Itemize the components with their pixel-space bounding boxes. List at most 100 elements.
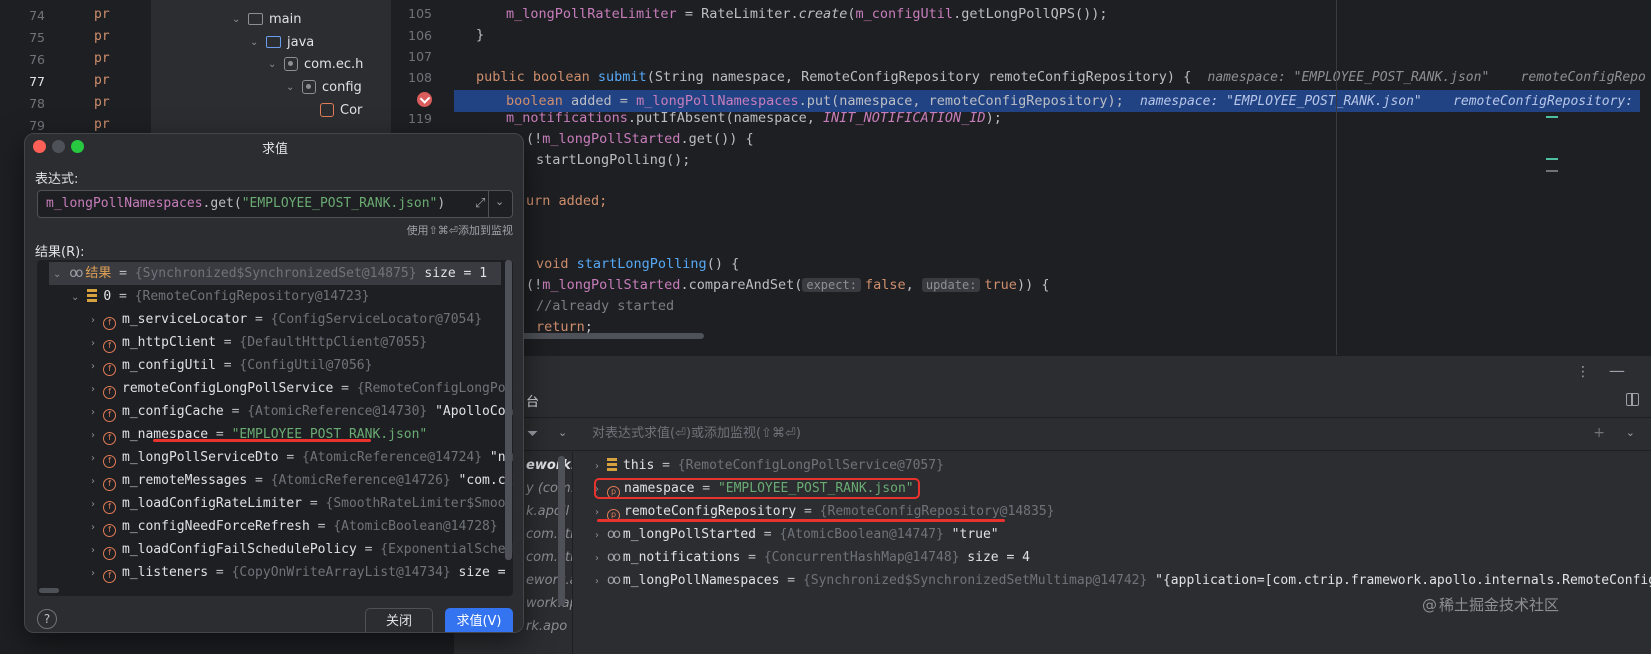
minimize-icon[interactable]: — — [1609, 361, 1625, 380]
field-row[interactable]: › f m_httpClient = {DefaultHttpClient@7055… — [91, 331, 427, 354]
code-fragment: pr — [94, 95, 110, 110]
tree-item-main[interactable]: ⌄ main — [232, 8, 301, 30]
field-row[interactable]: › f m_configNeedForceRefresh = {AtomicBool… — [91, 515, 513, 538]
chevron-right-icon[interactable]: › — [91, 315, 95, 326]
field-row[interactable]: › f remoteConfigLongPollService = {RemoteC… — [91, 377, 513, 400]
chevron-right-icon[interactable]: › — [91, 384, 95, 395]
frame-item[interactable]: rk.apo — [526, 615, 567, 638]
chevron-right-icon[interactable]: › — [595, 576, 599, 587]
expand-icon[interactable]: ⤢ — [475, 196, 485, 211]
field-row[interactable]: › f m_serviceLocator = {ConfigServiceLocat… — [91, 308, 482, 331]
line-number: 75 — [29, 30, 45, 45]
frame-item[interactable]: work.ap — [526, 592, 572, 615]
tree-item-package[interactable]: ⌄ com.ec.h — [268, 53, 363, 75]
line-number: 106 — [408, 28, 432, 43]
add-watch-icon[interactable]: + — [1593, 425, 1605, 441]
chevron-right-icon[interactable]: › — [91, 430, 95, 441]
frame-item[interactable]: ework. — [526, 454, 572, 477]
field-row[interactable]: › f m_loadConfigFailSchedulePolicy = {Expo… — [91, 538, 513, 561]
result-vertical-scrollbar[interactable] — [505, 260, 512, 560]
result-item-row[interactable]: ⌄ 0 = {RemoteConfigRepository@14723} — [71, 285, 370, 308]
chevron-right-icon[interactable]: › — [91, 338, 95, 349]
line-number: 76 — [29, 52, 45, 67]
field-row[interactable]: › f m_remoteMessages = {AtomicReference@14… — [91, 469, 513, 492]
filter-icon[interactable]: ⏷ — [527, 426, 538, 442]
package-icon — [302, 80, 316, 94]
tree-item-config[interactable]: ⌄ config — [286, 76, 362, 98]
layout-icon[interactable] — [1626, 393, 1639, 406]
chevron-right-icon[interactable]: › — [91, 476, 95, 487]
inline-debug-value: namespace: "EMPLOYEE_POST_RANK.json" rem… — [1140, 94, 1634, 109]
variable-row[interactable]: › oo m_notifications = {ConcurrentHashMap@… — [595, 546, 1030, 569]
code-line: void startLongPolling() { — [536, 256, 740, 272]
right-margin-guide — [1336, 0, 1337, 355]
expression-input[interactable]: m_longPollNamespaces.get("EMPLOYEE_POST_… — [37, 190, 513, 218]
chevron-down-icon: ⌄ — [268, 58, 277, 70]
code-line: } — [476, 27, 485, 43]
evaluate-button[interactable]: 求值(V) — [445, 608, 513, 632]
chevron-right-icon[interactable]: › — [91, 361, 95, 372]
frame-item[interactable]: com.ctrip — [526, 546, 572, 569]
more-options-icon[interactable]: ⋮ — [1576, 364, 1591, 380]
annotation-underline-repository — [597, 519, 1005, 522]
final-field-icon: f — [103, 478, 116, 491]
code-line: (!m_longPollStarted.compareAndSet(expect… — [526, 277, 1050, 293]
chevron-right-icon[interactable]: › — [595, 553, 599, 564]
final-field-icon: f — [103, 455, 116, 468]
code-line: m_notifications.putIfAbsent(namespace, I… — [506, 110, 1002, 126]
result-root-row[interactable]: ⌄ oo 结果 = {Synchronized$SynchronizedSet@14… — [53, 262, 487, 285]
field-row[interactable]: › f m_listeners = {CopyOnWriteArrayList@14… — [91, 561, 513, 584]
stack-icon — [87, 289, 98, 302]
code-fragment: pr — [94, 29, 110, 44]
change-marker — [1546, 170, 1558, 172]
chevron-right-icon[interactable]: › — [91, 453, 95, 464]
field-row[interactable]: › f m_configUtil = {ConfigUtil@7056} — [91, 354, 372, 377]
line-number-active: 77 — [29, 74, 45, 89]
chevron-right-icon[interactable]: › — [595, 530, 599, 541]
field-row[interactable]: › f m_loadConfigRateLimiter = {SmoothRateL… — [91, 492, 513, 515]
change-marker — [1546, 158, 1558, 160]
frame-item[interactable]: com.ctr — [526, 523, 572, 546]
result-tree: ⌄ oo 结果 = {Synchronized$SynchronizedSet@14… — [37, 260, 513, 596]
annotation-underline-result — [153, 439, 371, 442]
breakpoint-icon[interactable] — [417, 92, 432, 107]
field-row[interactable]: › f m_longPollServiceDto = {AtomicReferenc… — [91, 446, 513, 469]
frames-scrollbar[interactable] — [558, 456, 565, 606]
chevron-right-icon[interactable]: › — [91, 499, 95, 510]
tree-item-label: config — [322, 79, 362, 95]
field-row[interactable]: › f m_namespace = "EMPLOYEE_POST_RANK.json… — [91, 423, 427, 446]
chevron-down-icon[interactable]: ⌄ — [558, 426, 567, 439]
expression-text[interactable]: m_longPollNamespaces.get("EMPLOYEE_POST_… — [46, 191, 445, 217]
final-field-icon: f — [103, 432, 116, 445]
chevron-right-icon[interactable]: › — [91, 522, 95, 533]
frame-item[interactable]: y (com. — [526, 477, 572, 500]
chevron-down-icon[interactable]: ⌄ — [53, 269, 61, 280]
dialog-titlebar[interactable]: 求值 — [25, 134, 523, 160]
tab-console[interactable]: 台 — [526, 391, 539, 410]
watch-expression-input[interactable]: 对表达式求值(⏎)或添加监视(⇧⌘⏎) — [592, 418, 801, 450]
frame-item[interactable]: ework.a — [526, 569, 572, 592]
divider — [488, 191, 489, 217]
chevron-right-icon[interactable]: › — [595, 461, 599, 472]
variable-row[interactable]: › oo m_longPollStarted = {AtomicBoolean@14… — [595, 523, 999, 546]
chevron-right-icon[interactable]: › — [91, 568, 95, 579]
variable-row[interactable]: › oo m_longPollNamespaces = {Synchronized$… — [595, 569, 1651, 592]
chevron-right-icon[interactable]: › — [91, 407, 95, 418]
stack-icon — [607, 458, 617, 471]
tree-item-java[interactable]: ⌄ java — [250, 31, 314, 53]
line-number: 119 — [408, 111, 432, 126]
final-field-icon: f — [103, 317, 116, 330]
code-editor[interactable]: m_longPollRateLimiter = RateLimiter.crea… — [454, 0, 1651, 355]
history-dropdown-icon[interactable]: ⌄ — [495, 195, 504, 208]
field-row[interactable]: › f m_configCache = {AtomicReference@14730… — [91, 400, 513, 423]
help-button[interactable]: ? — [37, 609, 57, 629]
chevron-down-icon[interactable]: ⌄ — [71, 292, 79, 303]
close-button[interactable]: 关闭 — [365, 608, 433, 632]
result-horizontal-scrollbar[interactable] — [39, 588, 59, 593]
variable-row[interactable]: › this = {RemoteConfigLongPollService@705… — [595, 454, 944, 477]
inline-debug-value: namespace: "EMPLOYEE_POST_RANK.json" rem… — [1207, 70, 1646, 85]
tree-item-class[interactable]: Cor — [320, 99, 362, 121]
chevron-right-icon[interactable]: › — [595, 507, 599, 518]
chevron-right-icon[interactable]: › — [91, 545, 95, 556]
chevron-down-icon[interactable]: ⌄ — [1626, 426, 1635, 439]
